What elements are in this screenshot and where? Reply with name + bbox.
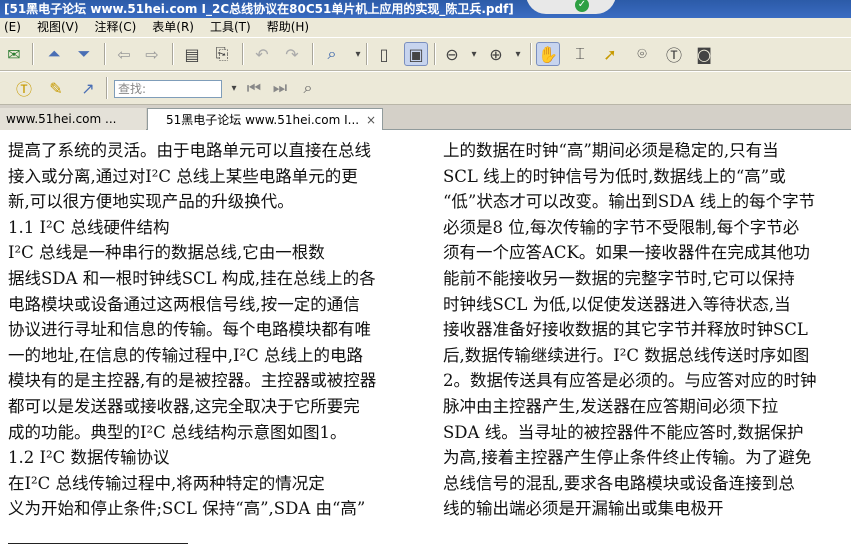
text-line: 新,可以很方便地实现产品的升级换代。 (8, 192, 294, 212)
text-line: 须有一个应答ACK。如果一接收器件在完成其他功 (443, 243, 810, 263)
close-icon[interactable]: × (366, 109, 376, 130)
title-ornament (526, 0, 616, 14)
page-layout-icon[interactable]: ▤ (180, 42, 204, 66)
select-arrow-icon[interactable]: ➚ (598, 42, 622, 66)
text-line: 能前不能接收另一数据的完整字节时,它可以保持 (443, 268, 795, 288)
section-heading: 1.1 I²C 总线硬件结构 (8, 217, 170, 237)
text-line: 接收器准备好接收数据的其它字节并释放时钟SCL (443, 320, 808, 340)
text-line: 上的数据在时钟“高”期间必须是稳定的,只有当 (443, 141, 779, 160)
search-icon[interactable]: ⌕ (296, 76, 320, 100)
menu-edit[interactable]: (E) (4, 18, 21, 37)
text-line: 线的输出端必须是开漏输出或集电极开 (443, 499, 724, 519)
undo-icon[interactable]: ↶ (250, 42, 274, 66)
tab-first-label: www.51hei.com ... (6, 112, 117, 126)
reflow-icon[interactable]: ⎘ (210, 42, 234, 66)
tab-active-label: 51黑电子论坛 www.51hei.com I... (166, 113, 360, 127)
zoom-tool-icon[interactable]: ⌕ (320, 42, 344, 66)
fit-page-icon[interactable]: ▣ (404, 42, 428, 66)
zoom-out-dropdown-icon[interactable]: ▾ (462, 42, 486, 66)
footnote-divider (8, 543, 188, 544)
text-line: SCL 线上的时钟信号为低时,数据线上的“高”或 (443, 166, 786, 186)
hand-tool-icon[interactable]: ✋ (536, 42, 560, 66)
menu-bar: (E) 视图(V) 注释(C) 表单(R) 工具(T) 帮助(H) (0, 18, 851, 37)
text-line: “低”状态才可以改变。输出到SDA 线上的每个字节 (443, 192, 816, 212)
text-tool-icon[interactable]: Ⓣ (662, 42, 686, 66)
tab-active[interactable]: 51黑电子论坛 www.51hei.com I... × (147, 108, 383, 130)
right-column: 上的数据在时钟“高”期间必须是稳定的,只有当 SCL 线上的时钟信号为低时,数据… (443, 138, 817, 522)
text-line: 为高,接着主控器产生停止条件终止传输。为了避免 (443, 448, 812, 468)
text-line: 时钟线SCL 为低,以促使发送器进入等待状态,当 (443, 294, 791, 314)
previous-page-icon[interactable]: ⏶ (42, 42, 66, 66)
text-line: 接入或分离,通过对I²C 总线上某些电路单元的更 (8, 166, 358, 186)
single-page-icon[interactable]: ▯ (372, 42, 396, 66)
text-line: 在I²C 总线传输过程中,将两种特定的情况定 (8, 473, 325, 493)
redo-icon[interactable]: ↷ (280, 42, 304, 66)
left-column: 提高了系统的灵活。由于电路单元可以直接在总线 接入或分离,通过对I²C 总线上某… (8, 138, 376, 522)
section-heading: 1.2 I²C 数据传输协议 (8, 448, 170, 468)
find-previous-icon[interactable]: ⏮ (242, 76, 266, 100)
find-next-icon[interactable]: ⏭ (268, 76, 292, 100)
text-line: 2。数据传送具有应答是必须的。与应答对应的时钟 (443, 371, 817, 391)
text-line: 都可以是发送器或接收器,这完全取决于它所要完 (8, 396, 360, 416)
find-input[interactable]: 查找: (114, 80, 222, 98)
zoom-out-icon[interactable]: ⊖ (440, 42, 464, 66)
select-text-icon[interactable]: ⌶ (568, 42, 592, 66)
text-line: 电路模块或设备通过这两根信号线,按一定的通信 (8, 294, 360, 314)
title-bar: [51黑电子论坛 www.51hei.com I_2C总线协议在80C51单片机… (0, 0, 851, 18)
menu-help[interactable]: 帮助(H) (267, 18, 309, 37)
text-line: SDA 线。当寻址的被控器件不能应答时,数据保护 (443, 422, 804, 442)
text-line: 义为开始和停止条件;SCL 保持“高”,SDA 由“高” (8, 499, 366, 519)
next-page-icon[interactable]: ⏷ (72, 42, 96, 66)
tab-first[interactable]: www.51hei.com ... (0, 108, 146, 130)
text-line: 一的地址,在信息的传输过程中,I²C 总线上的电路 (8, 345, 363, 365)
forward-icon[interactable]: ⇨ (140, 42, 164, 66)
zoom-in-dropdown-icon[interactable]: ▾ (506, 42, 530, 66)
text-line: 据线SDA 和一根时钟线SCL 构成,挂在总线上的各 (8, 268, 376, 288)
menu-tools[interactable]: 工具(T) (210, 18, 251, 37)
zoom-in-icon[interactable]: ⊕ (484, 42, 508, 66)
text-line: 必须是8 位,每次传输的字节不受限制,每个字节必 (443, 217, 800, 237)
text-line: 提高了系统的灵活。由于电路单元可以直接在总线 (8, 141, 371, 160)
menu-forms[interactable]: 表单(R) (152, 18, 194, 37)
binoculars-icon[interactable]: ⌾ (630, 42, 654, 66)
menu-view[interactable]: 视图(V) (37, 18, 79, 37)
menu-comments[interactable]: 注释(C) (95, 18, 137, 37)
back-icon[interactable]: ⇦ (112, 42, 136, 66)
typewriter-icon[interactable]: Ⓣ (12, 76, 36, 100)
text-line: 脉冲由主控器产生,发送器在应答期间必须下拉 (443, 396, 779, 416)
arrow-tool-icon[interactable]: ↗ (76, 76, 100, 100)
text-line: 成的功能。典型的I²C 总线结构示意图如图1。 (8, 422, 347, 442)
text-line: I²C 总线是一种串行的数据总线,它由一根数 (8, 243, 325, 263)
text-line: 总线信号的混乱,要求各电路模块或设备连接到总 (443, 473, 795, 493)
text-line: 协议进行寻址和信息的传输。每个电路模块都有唯 (8, 320, 371, 340)
text-line: 后,数据传输继续进行。I²C 数据总线传送时序如图 (443, 345, 810, 365)
main-toolbar: ✉ ⏶ ⏷ ⇦ ⇨ ▤ ⎘ ↶ ↷ ⌕ ▾ ▯ ▣ ⊖ ▾ ⊕ ▾ ✋ ⌶ ➚ … (0, 37, 851, 71)
email-icon[interactable]: ✉ (2, 42, 26, 66)
snapshot-icon[interactable]: ◙ (692, 42, 716, 66)
window-title: [51黑电子论坛 www.51hei.com I_2C总线协议在80C51单片机… (4, 2, 514, 16)
document-view[interactable]: 提高了系统的灵活。由于电路单元可以直接在总线 接入或分离,通过对I²C 总线上某… (0, 130, 851, 552)
secondary-toolbar: Ⓣ ✎ ↗ 查找: ▾ ⏮ ⏭ ⌕ (0, 71, 851, 105)
tab-bar: www.51hei.com ... 51黑电子论坛 www.51hei.com … (0, 105, 851, 130)
text-line: 模块有的是主控器,有的是被控器。主控器或被控器 (8, 371, 377, 391)
comment-icon[interactable]: ✎ (44, 76, 68, 100)
